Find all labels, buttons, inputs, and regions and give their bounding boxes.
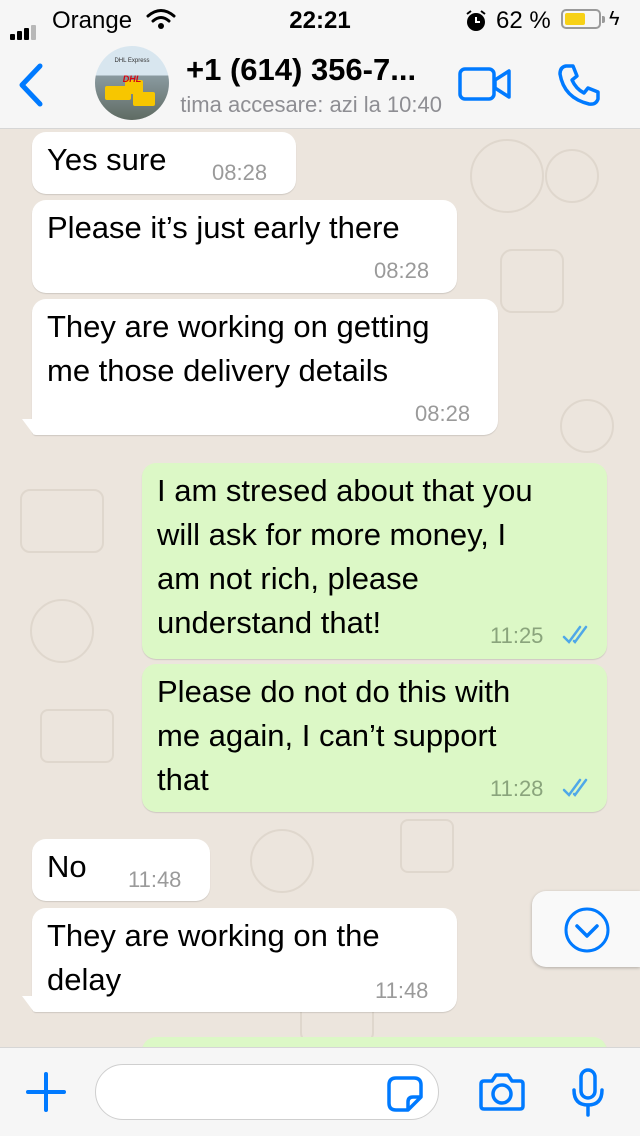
wallpaper-doodle [400,819,454,873]
wallpaper-doodle [470,139,544,213]
message-bubble-incoming[interactable]: Yes sure 08:28 [32,132,296,194]
message-bubble-outgoing[interactable]: I am stresed about that you will ask for… [142,463,607,659]
back-icon[interactable] [14,62,48,108]
message-time: 11:28 [490,776,544,801]
message-text: Please do not do this with me again, I c… [157,674,511,797]
battery-percentage: 62 % [496,7,551,34]
message-bubble-incoming[interactable]: They are working on the delay 11:48 [32,908,457,1012]
bubble-tail [22,419,34,435]
message-bubble-outgoing[interactable]: Please do not do this with me again, I c… [142,664,607,812]
message-text: Please it’s just early there [47,210,400,245]
battery-fill [565,13,585,25]
avatar-caption: DHL Express [114,58,150,64]
message-bubble-incoming[interactable]: Please it’s just early there 08:28 [32,200,457,293]
scroll-to-bottom-button[interactable] [532,891,640,967]
status-bar: Orange 22:21 62 % ϟ [0,0,640,40]
bubble-tail [22,996,34,1012]
video-call-icon[interactable] [457,66,513,102]
wallpaper-doodle [20,489,104,553]
message-text: I am stresed about that you will ask for… [157,473,533,640]
read-receipt-icon [562,778,588,797]
whatsapp-chat-screen: Orange 22:21 62 % ϟ DHL Express DHL +1 (… [0,0,640,1136]
message-time: 08:28 [415,401,471,426]
charging-icon: ϟ [609,8,620,30]
message-bubble-outgoing-partial[interactable] [142,1037,607,1047]
contact-name[interactable]: +1 (614) 356-7... [186,52,416,88]
message-time: 08:28 [212,160,268,185]
contact-avatar[interactable]: DHL Express DHL [95,46,169,120]
chat-header: DHL Express DHL +1 (614) 356-7... ultima… [0,40,640,129]
wallpaper-doodle [40,709,114,763]
chat-area[interactable]: Yes sure 08:28 Please it’s just early th… [0,129,640,1047]
message-time: 11:48 [375,978,429,1003]
read-receipt-icon [562,625,588,644]
sticker-icon[interactable] [386,1075,424,1113]
wallpaper-doodle [500,249,564,313]
message-time: 08:28 [374,258,430,283]
message-text: No [47,849,87,884]
message-text: Yes sure [47,142,167,177]
message-time: 11:48 [128,867,182,892]
message-bubble-incoming[interactable]: They are working on getting me those del… [32,299,498,435]
message-text: They are working on the delay [47,918,380,997]
microphone-icon[interactable] [570,1068,606,1118]
avatar-logo-text: DHL [122,74,142,84]
wallpaper-doodle [545,149,599,203]
avatar-van [105,86,131,100]
alarm-icon [466,10,486,31]
plus-icon[interactable] [24,1070,68,1114]
battery-icon [561,9,601,29]
wallpaper-doodle [560,399,614,453]
wallpaper-doodle [250,829,314,893]
wallpaper-doodle [30,599,94,663]
phone-call-icon[interactable] [556,62,602,108]
message-bubble-incoming[interactable]: No 11:48 [32,839,210,901]
message-time: 11:25 [490,623,544,648]
avatar-van [133,92,155,106]
message-text: They are working on getting me those del… [47,309,430,388]
chevron-down-icon [564,907,610,953]
camera-icon[interactable] [478,1072,526,1112]
last-seen-status: ultima accesare: azi la 10:40 [180,92,442,117]
battery-tip [602,16,605,23]
message-input-bar [0,1047,640,1136]
